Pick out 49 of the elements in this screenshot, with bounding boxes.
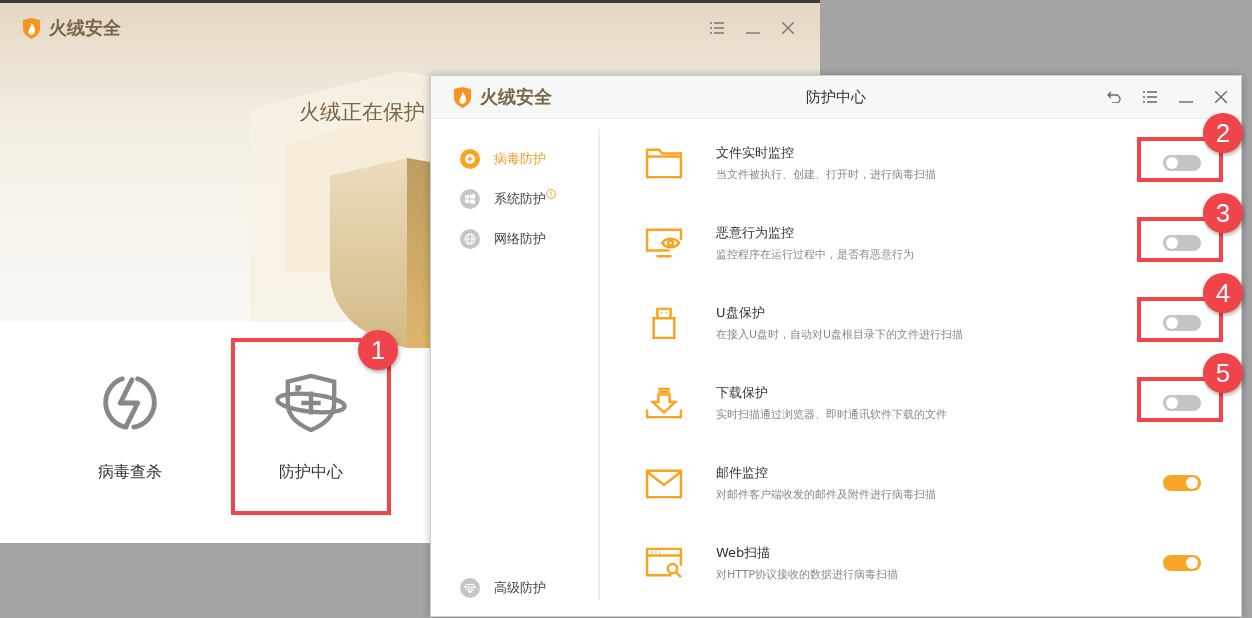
setting-title: 恶意行为监控 [716,224,795,242]
protection-status-headline: 火绒正在保护 [299,99,425,126]
shield-plus-orbit-icon [274,374,348,432]
flame-shield-logo-icon [22,17,41,39]
setting-description: 监控程序在运行过程中，是否有恶意行为 [716,247,915,262]
web-icon [645,547,683,579]
window-title: 防护中心 [806,87,866,107]
toggle-switch[interactable] [1163,235,1201,251]
toggle-switch[interactable] [1163,555,1201,571]
step-badge: 4 [1203,273,1243,313]
toggle-switch[interactable] [1163,155,1201,171]
download-icon [645,387,683,419]
setting-description: 实时扫描通过浏览器、即时通讯软件下载的文件 [716,407,948,422]
setting-title: Web扫描 [716,544,772,562]
step-badge: 5 [1203,353,1243,393]
close-icon[interactable] [1215,91,1227,103]
toggle-switch[interactable] [1163,395,1201,411]
step-badge: 3 [1203,193,1243,233]
back-arrow-icon[interactable] [1107,91,1121,103]
tool-button[interactable]: 病毒查杀 [66,372,194,507]
step-badge: 1 [358,330,398,370]
app-name: 火绒安全 [480,85,552,109]
globe-icon [460,229,480,249]
flame-shield-logo-icon [453,86,472,108]
lightning-circle-icon [101,374,159,432]
setting-description: 当文件被执行、创建、打开时，进行病毒扫描 [716,167,937,182]
menu-icon[interactable] [1143,91,1157,103]
toggle-switch[interactable] [1163,475,1201,491]
setting-description: 对邮件客户端收发的邮件及附件进行病毒扫描 [716,487,937,502]
monitor-icon [645,227,683,259]
tool-button[interactable]: 防护中心 [247,372,375,507]
app-name: 火绒安全 [49,16,121,40]
setting-title: U盘保护 [716,304,766,322]
close-icon[interactable] [782,22,794,34]
mail-icon [645,467,683,499]
setting-title: 下载保护 [716,384,769,402]
setting-title: 文件实时监控 [716,144,795,162]
windows-icon [460,189,480,209]
toggle-switch[interactable] [1163,315,1201,331]
setting-description: 在接入U盘时，自动对U盘根目录下的文件进行扫描 [716,327,965,342]
sidebar-item[interactable]: 系统防护 [431,179,598,219]
setting-title: 邮件监控 [716,464,769,482]
folder-icon [645,147,683,179]
setting-description: 对HTTP协议接收的数据进行病毒扫描 [716,567,900,582]
menu-icon[interactable] [710,22,724,34]
sidebar-item[interactable]: 高级防护 [431,576,598,600]
plus-circle-icon [460,149,480,169]
sidebar-item[interactable]: 网络防护 [431,219,598,259]
step-badge: 2 [1203,113,1243,153]
